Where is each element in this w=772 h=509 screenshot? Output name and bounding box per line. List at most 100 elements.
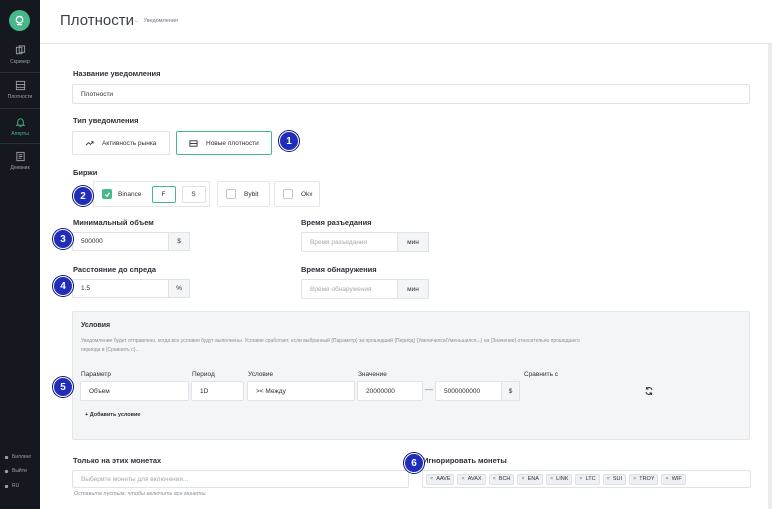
name-label: Название уведомления bbox=[73, 69, 161, 78]
only-coins-input[interactable]: Выберите монеты для включения... bbox=[72, 470, 409, 488]
exchange-bybit: Bybit bbox=[217, 181, 270, 207]
conditions-title: Условия bbox=[81, 322, 111, 329]
language-icon bbox=[4, 484, 9, 488]
sidebar-item-density[interactable]: Плотности bbox=[0, 80, 40, 100]
breadcrumb-arrow-icon: ← bbox=[134, 18, 140, 24]
condition-select[interactable]: >< Между bbox=[247, 381, 355, 401]
sidebar-item-screener[interactable]: Скринер bbox=[0, 45, 40, 65]
sidebar-billing[interactable]: Биллинг bbox=[4, 454, 31, 460]
okx-checkbox[interactable] bbox=[283, 189, 293, 199]
page-header: Плотности ← Уведомления bbox=[40, 0, 772, 44]
okx-label: Okx bbox=[301, 190, 313, 198]
sidebar-divider bbox=[0, 108, 40, 109]
value-unit: $ bbox=[501, 381, 520, 401]
remove-tag-icon[interactable]: × bbox=[430, 476, 433, 482]
coin-tag[interactable]: × TROY bbox=[628, 473, 659, 485]
journal-icon bbox=[15, 151, 25, 162]
compare-column-label: Сравнить с bbox=[524, 371, 559, 378]
type-label: Тип уведомления bbox=[73, 116, 139, 125]
binance-checkbox[interactable] bbox=[102, 189, 112, 199]
screener-icon bbox=[15, 45, 25, 55]
scrollbar[interactable] bbox=[768, 44, 772, 509]
value-to-input[interactable]: 5000000000 bbox=[435, 381, 502, 401]
sidebar-item-label: Плотности bbox=[7, 94, 33, 100]
condition-column-label: Условие bbox=[248, 371, 274, 378]
coin-tag[interactable]: × LTC bbox=[575, 473, 600, 485]
conditions-description-cont: периода в {Сравнить с}... bbox=[81, 347, 140, 353]
sidebar-divider bbox=[0, 143, 40, 144]
range-dash: — bbox=[425, 385, 433, 394]
conditions-description: Уведомление будет отправлено, когда все … bbox=[81, 338, 580, 344]
binance-futures-toggle[interactable]: F bbox=[151, 185, 176, 203]
min-volume-unit: $ bbox=[168, 232, 190, 251]
corrosion-time-label: Время разъедания bbox=[301, 218, 372, 227]
sidebar-item-journal[interactable]: Дневник bbox=[0, 151, 40, 171]
only-coins-label: Только на этих монетах bbox=[73, 456, 162, 465]
coin-tag[interactable]: × AVAX bbox=[457, 473, 486, 485]
min-volume-label: Минимальный объем bbox=[73, 218, 154, 227]
coin-tag[interactable]: × LINK bbox=[545, 473, 573, 485]
corrosion-time-input[interactable]: Время разъедания bbox=[301, 232, 398, 252]
binance-label: Binance bbox=[118, 190, 142, 198]
sidebar-item-label: Дневник bbox=[10, 165, 30, 171]
type-market-activity-button[interactable]: Активность рынка bbox=[72, 131, 170, 155]
detection-time-unit: мин bbox=[397, 279, 429, 299]
page-title: Плотности bbox=[60, 12, 134, 29]
param-column-label: Параметр bbox=[81, 371, 111, 378]
ignore-coins-input[interactable]: × AAVE × AVAX × BCH × ENA × LINK × LTC × SUI × T… bbox=[422, 470, 751, 488]
sidebar-item-label: Алерты bbox=[11, 131, 29, 137]
billing-icon bbox=[4, 455, 9, 459]
remove-tag-icon[interactable]: × bbox=[579, 476, 582, 482]
name-input[interactable]: Плотности bbox=[72, 84, 750, 104]
annotation-badge-4: 4 bbox=[53, 276, 73, 296]
density-icon bbox=[15, 80, 25, 91]
annotation-badge-6: 6 bbox=[404, 453, 424, 473]
sidebar-divider bbox=[0, 72, 40, 73]
annotation-badge-3: 3 bbox=[53, 229, 73, 249]
remove-tag-icon[interactable]: × bbox=[607, 476, 610, 482]
exchanges-label: Биржи bbox=[73, 168, 98, 177]
sidebar-item-alerts[interactable]: Алерты bbox=[0, 117, 40, 137]
coin-tag[interactable]: × SUI bbox=[602, 473, 626, 485]
spread-distance-unit: % bbox=[168, 279, 190, 298]
min-volume-input[interactable]: 500000 bbox=[72, 232, 169, 251]
spread-distance-label: Расстояние до спреда bbox=[73, 265, 157, 274]
app-logo-icon[interactable] bbox=[9, 10, 30, 31]
exchange-binance: Binance F S bbox=[93, 181, 210, 207]
remove-tag-icon[interactable]: × bbox=[633, 476, 636, 482]
sidebar-language[interactable]: RU bbox=[4, 483, 19, 489]
conditions-panel bbox=[72, 311, 750, 440]
remove-tag-icon[interactable]: × bbox=[665, 476, 668, 482]
remove-tag-icon[interactable]: × bbox=[461, 476, 464, 482]
annotation-badge-2: 2 bbox=[73, 186, 93, 206]
breadcrumb-link[interactable]: Уведомления bbox=[144, 18, 178, 24]
orderbook-icon bbox=[189, 139, 198, 147]
coin-tag[interactable]: × WIF bbox=[661, 473, 686, 485]
remove-tag-icon[interactable]: × bbox=[521, 476, 524, 482]
coin-tag[interactable]: × BCH bbox=[488, 473, 515, 485]
annotation-badge-5: 5 bbox=[53, 377, 73, 397]
binance-spot-toggle[interactable]: S bbox=[181, 185, 206, 203]
detection-time-input[interactable]: Время обнаружения bbox=[301, 279, 398, 299]
type-new-density-button[interactable]: Новые плотности bbox=[176, 131, 272, 155]
detection-time-label: Время обнаружения bbox=[301, 265, 377, 274]
trend-icon bbox=[85, 140, 94, 146]
spread-distance-input[interactable]: 1.5 bbox=[72, 279, 169, 298]
value-from-input[interactable]: 20000000 bbox=[357, 381, 423, 401]
only-coins-hint: Оставьте пустым, чтобы включить все моне… bbox=[74, 491, 206, 497]
param-select[interactable]: Объем bbox=[80, 381, 189, 401]
period-select[interactable]: 1D bbox=[191, 381, 244, 401]
period-column-label: Период bbox=[192, 371, 215, 378]
sidebar-logout[interactable]: Выйти bbox=[4, 468, 27, 474]
bybit-checkbox[interactable] bbox=[226, 189, 236, 199]
coin-tag[interactable]: × AAVE bbox=[426, 473, 455, 485]
sidebar-item-label: Скринер bbox=[10, 59, 30, 65]
value-column-label: Значение bbox=[358, 371, 387, 378]
add-condition-button[interactable]: + Добавить условие bbox=[85, 412, 141, 418]
refresh-icon[interactable] bbox=[644, 386, 654, 396]
coin-tag[interactable]: × ENA bbox=[517, 473, 543, 485]
remove-tag-icon[interactable]: × bbox=[550, 476, 553, 482]
remove-tag-icon[interactable]: × bbox=[493, 476, 496, 482]
sidebar: Скринер Плотности Алерты Дневник Биллинг… bbox=[0, 0, 40, 509]
ignore-coins-label: Игнорировать монеты bbox=[423, 456, 507, 465]
